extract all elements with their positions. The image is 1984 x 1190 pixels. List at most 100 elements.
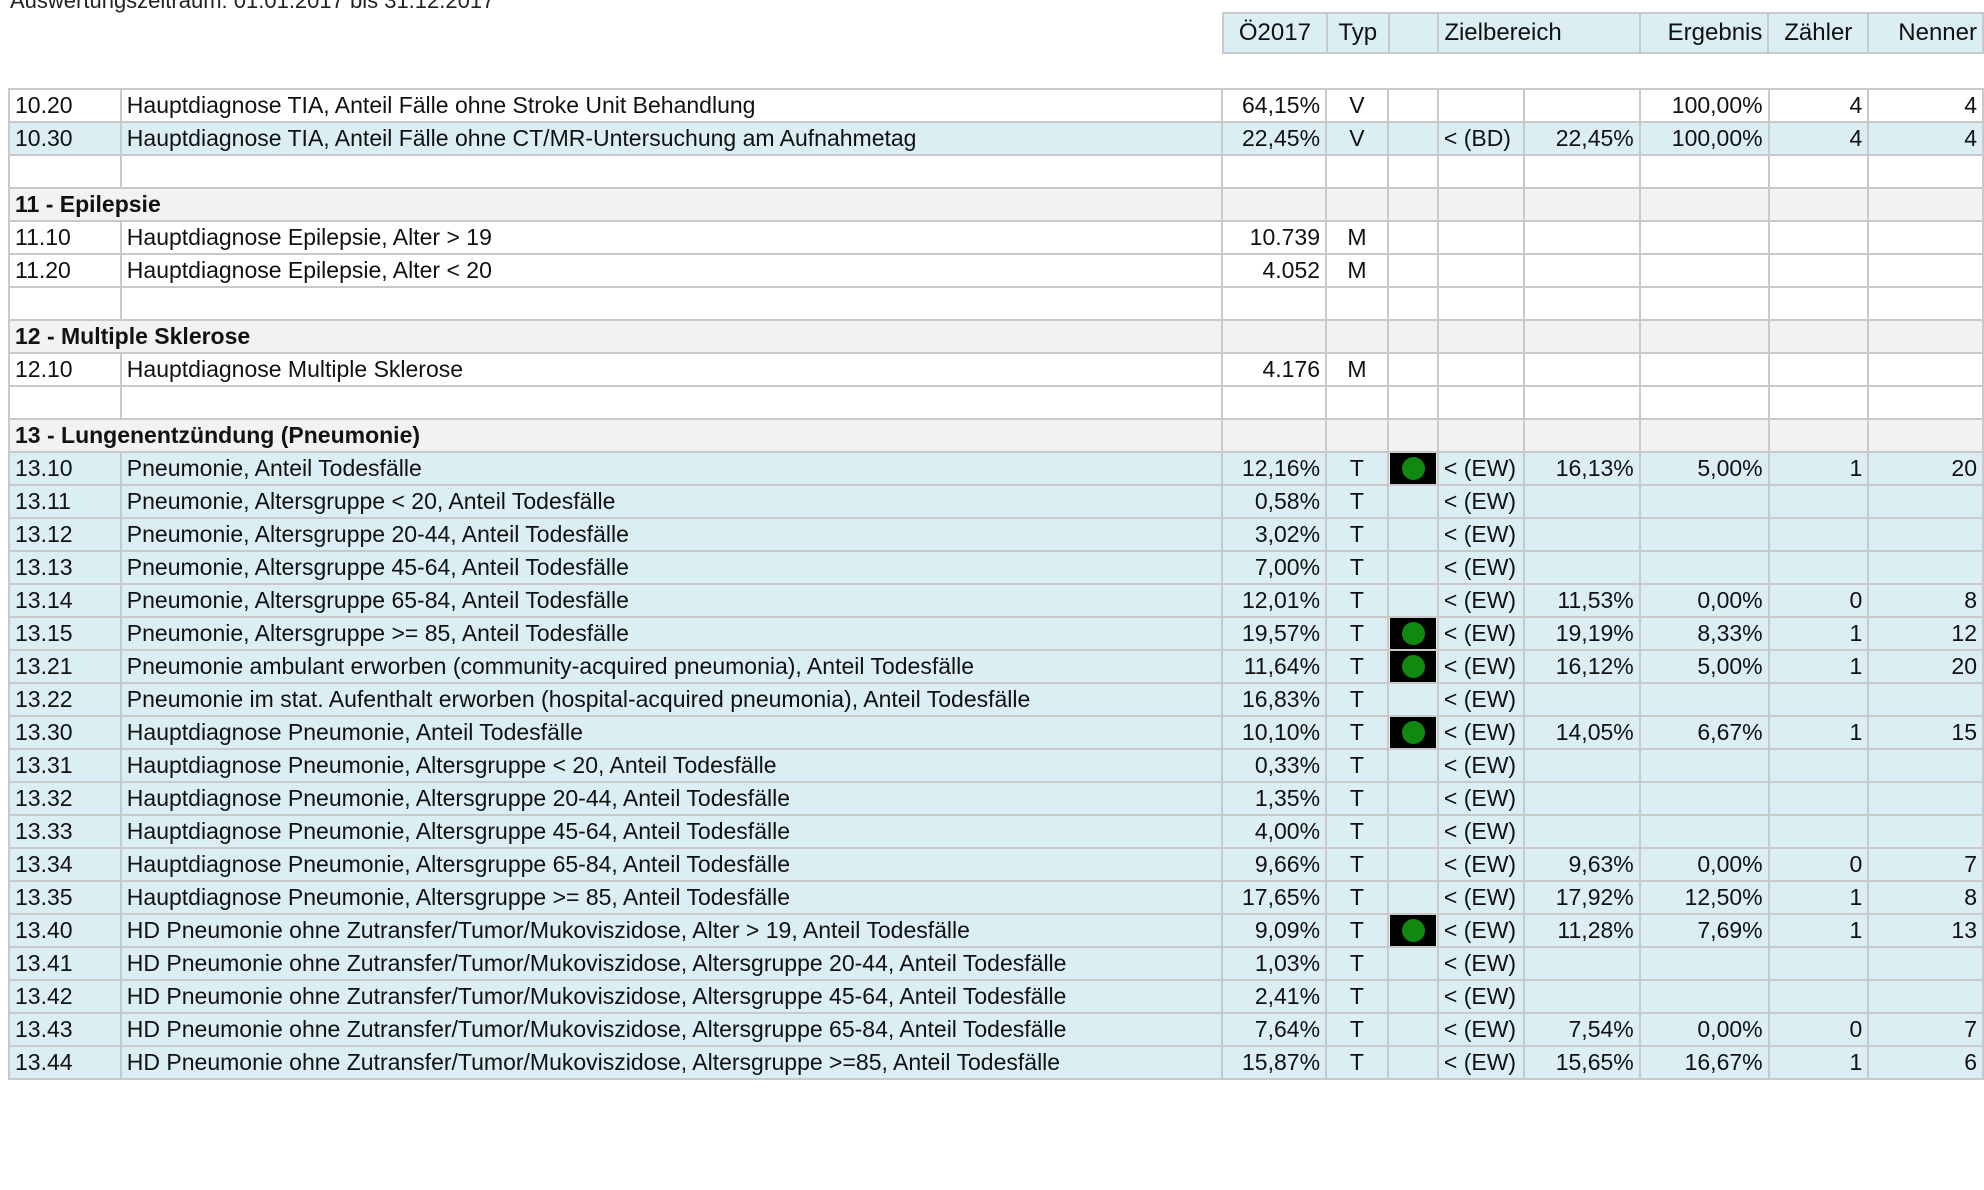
typ-value: T [1325,649,1389,684]
section-cell [1386,187,1439,222]
table-row: 13.22 Pneumonie im stat. Aufenthalt erwor… [8,682,1984,717]
traffic-light-cell [1386,847,1439,882]
section-cell [1325,187,1389,222]
oe2017-value: 9,09% [1221,913,1328,948]
zielbereich-value: 19,19% [1522,616,1641,651]
typ-value: T [1325,814,1389,849]
section-cell [1522,418,1641,453]
oe2017-value: 0,58% [1221,484,1328,519]
indicator-description: Pneumonie im stat. Aufenthalt erworben (… [119,682,1224,717]
indicator-id: 12.10 [8,352,122,387]
empty-cell [1325,385,1389,420]
indicator-description: HD Pneumonie ohne Zutransfer/Tumor/Mukov… [119,913,1224,948]
indicator-id: 13.34 [8,847,122,882]
indicator-description: Hauptdiagnose Pneumonie, Anteil Todesfäl… [119,715,1224,750]
indicator-id: 13.33 [8,814,122,849]
oe2017-value: 12,01% [1221,583,1328,618]
traffic-light-cell [1386,352,1439,387]
zaehler-value: 1 [1767,649,1870,684]
empty-cell [8,286,122,321]
empty-cell [1386,385,1439,420]
empty-row [8,385,1984,420]
empty-cell [1325,154,1389,189]
empty-cell [1436,286,1525,321]
zielbereich-operator: < (BD) [1436,121,1525,156]
green-dot-icon [1401,919,1425,942]
empty-cell [1867,286,1984,321]
table-row: 13.11 Pneumonie, Altersgruppe < 20, Antei… [8,484,1984,519]
indicator-description: Pneumonie, Altersgruppe 20-44, Anteil To… [119,517,1224,552]
header-nenner: Nenner [1867,12,1984,54]
section-cell [1386,319,1439,354]
typ-value: M [1325,352,1389,387]
ergebnis-value [1638,814,1770,849]
empty-cell [1867,154,1984,189]
empty-cell [119,286,1224,321]
table-row: 10.30 Hauptdiagnose TIA, Anteil Fälle ohn… [8,121,1984,156]
nenner-value [1867,484,1984,519]
zielbereich-value [1522,352,1641,387]
oe2017-value: 7,00% [1221,550,1328,585]
nenner-value [1867,352,1984,387]
indicator-description: Pneumonie ambulant erworben (community-a… [119,649,1224,684]
section-cell [1436,418,1525,453]
nenner-value [1867,748,1984,783]
indicator-description: Hauptdiagnose Pneumonie, Altersgruppe 45… [119,814,1224,849]
zaehler-value: 1 [1767,616,1870,651]
section-cell [1867,418,1984,453]
section-cell [1221,418,1328,453]
empty-cell [1767,286,1870,321]
zaehler-value: 0 [1767,847,1870,882]
nenner-value [1867,682,1984,717]
table-row: 13.13 Pneumonie, Altersgruppe 45-64, Ante… [8,550,1984,585]
table-row: 13.35 Hauptdiagnose Pneumonie, Altersgrup… [8,880,1984,915]
indicator-description: Hauptdiagnose Multiple Sklerose [119,352,1224,387]
nenner-value [1867,979,1984,1014]
empty-cell [1867,385,1984,420]
indicator-id: 11.10 [8,220,122,255]
empty-cell [1767,385,1870,420]
indicator-id: 13.10 [8,451,122,486]
typ-value: T [1325,715,1389,750]
zielbereich-operator: < (EW) [1436,880,1525,915]
zielbereich-value [1522,253,1641,288]
traffic-light-cell [1386,1012,1439,1047]
empty-cell [1436,154,1525,189]
traffic-light-cell [1386,781,1439,816]
zielbereich-value: 9,63% [1522,847,1641,882]
zielbereich-operator: < (EW) [1436,979,1525,1014]
zielbereich-operator: < (EW) [1436,1045,1525,1080]
empty-cell [1522,154,1641,189]
typ-value: T [1325,1045,1389,1080]
table-row: 13.33 Hauptdiagnose Pneumonie, Altersgrup… [8,814,1984,849]
oe2017-value: 2,41% [1221,979,1328,1014]
zaehler-value [1767,220,1870,255]
zielbereich-operator: < (EW) [1436,1012,1525,1047]
table-row: 13.15 Pneumonie, Altersgruppe >= 85, Ante… [8,616,1984,651]
zielbereich-value [1522,550,1641,585]
traffic-light-icon [1389,718,1436,747]
zielbereich-operator: < (EW) [1436,583,1525,618]
typ-value: T [1325,517,1389,552]
ergebnis-value: 8,33% [1638,616,1770,651]
section-cell [1638,187,1770,222]
traffic-light-cell [1386,880,1439,915]
zielbereich-value [1522,682,1641,717]
nenner-value [1867,220,1984,255]
section-cell [1638,319,1770,354]
oe2017-value: 10.739 [1221,220,1328,255]
zielbereich-value [1522,814,1641,849]
indicator-id: 13.30 [8,715,122,750]
typ-value: T [1325,781,1389,816]
section-cell [1638,418,1770,453]
oe2017-value: 64,15% [1221,88,1328,123]
zaehler-value: 1 [1767,715,1870,750]
section-cell [1867,319,1984,354]
ergebnis-value [1638,946,1770,981]
oe2017-value: 9,66% [1221,847,1328,882]
traffic-light-icon [1389,454,1436,483]
green-dot-icon [1401,457,1425,480]
section-cell [1522,187,1641,222]
section-row: 12 - Multiple Sklerose [7,319,1984,354]
zielbereich-operator: < (EW) [1436,814,1525,849]
